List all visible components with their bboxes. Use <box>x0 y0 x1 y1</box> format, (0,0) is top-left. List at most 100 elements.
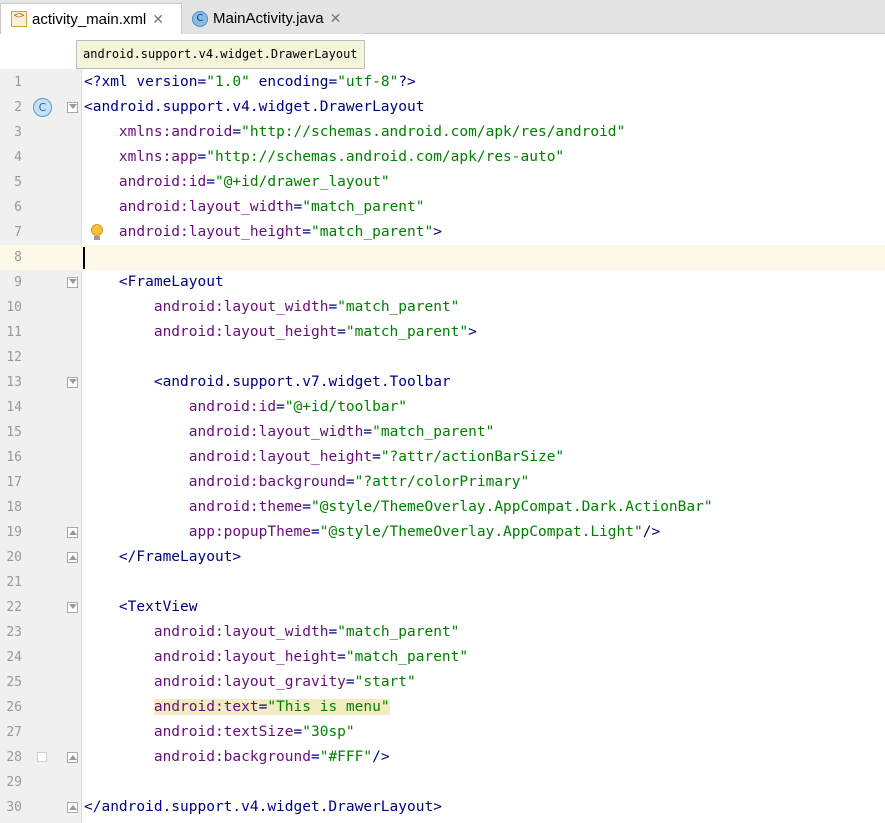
related-class-icon[interactable] <box>33 98 52 117</box>
code-token: <android.support.v7.widget.Toolbar <box>153 374 451 390</box>
code-token: <TextView <box>118 599 198 615</box>
line-number: 26 <box>6 700 22 715</box>
line-number: 9 <box>14 275 22 290</box>
code-token: <? <box>84 74 102 90</box>
code-token: /> <box>642 524 661 540</box>
code-line[interactable]: 25 android:layout_gravity="start" <box>0 670 885 695</box>
code-token: = <box>206 174 215 190</box>
code-line[interactable]: 13 <android.support.v7.widget.Toolbar <box>0 370 885 395</box>
code-line[interactable]: 8 <box>0 245 885 270</box>
line-number: 30 <box>6 800 22 815</box>
code-token: android:layout_height <box>118 224 303 240</box>
fold-close-icon[interactable] <box>67 527 78 538</box>
code-editor[interactable]: 1 <?xml version="1.0" encoding="utf-8"?> 2… <box>0 69 885 823</box>
code-text: app:popupTheme="@style/ThemeOverlay.AppC… <box>84 520 660 545</box>
editor-tab-bar: activity_main.xml ✕ MainActivity.java ✕ <box>0 0 885 34</box>
code-line[interactable]: 7 android:layout_height="match_parent"> <box>0 220 885 245</box>
code-line[interactable]: 3 xmlns:android="http://schemas.android.… <box>0 120 885 145</box>
line-number: 1 <box>14 75 22 90</box>
code-text: android:layout_width="match_parent" <box>84 295 460 320</box>
code-line[interactable]: 5 android:id="@+id/drawer_layout" <box>0 170 885 195</box>
code-token: "start" <box>354 674 416 690</box>
xml-file-icon <box>11 11 27 27</box>
code-line[interactable]: 21 <box>0 570 885 595</box>
close-icon[interactable]: ✕ <box>152 11 164 28</box>
line-number: 23 <box>6 625 22 640</box>
line-number: 2 <box>14 100 22 115</box>
code-token: > <box>468 324 477 340</box>
code-line[interactable]: 12 <box>0 345 885 370</box>
code-line[interactable]: 4 xmlns:app="http://schemas.android.com/… <box>0 145 885 170</box>
code-token: xmlns:app <box>118 149 198 165</box>
fold-close-icon[interactable] <box>67 752 78 763</box>
fold-close-icon[interactable] <box>67 802 78 813</box>
tab-main-activity-java[interactable]: MainActivity.java ✕ <box>182 3 364 34</box>
code-token: xml <box>101 74 137 90</box>
tab-label: MainActivity.java <box>213 10 324 27</box>
java-class-icon <box>192 10 208 27</box>
line-number: 4 <box>14 150 22 165</box>
code-line[interactable]: 24 android:layout_height="match_parent" <box>0 645 885 670</box>
code-line[interactable]: 28 android:background="#FFF"/> <box>0 745 885 770</box>
code-text: android:text="This is menu" <box>84 695 390 720</box>
code-line[interactable]: 14 android:id="@+id/toolbar" <box>0 395 885 420</box>
code-line[interactable]: 16 android:layout_height="?attr/actionBa… <box>0 445 885 470</box>
code-text: android:layout_height="match_parent"> <box>84 220 442 245</box>
code-line[interactable]: 18 android:theme="@style/ThemeOverlay.Ap… <box>0 495 885 520</box>
code-line[interactable]: 11 android:layout_height="match_parent"> <box>0 320 885 345</box>
tab-activity-main-xml[interactable]: activity_main.xml ✕ <box>0 3 182 34</box>
code-token: "?attr/actionBarSize" <box>380 449 565 465</box>
line-number: 7 <box>14 225 22 240</box>
code-token: ?> <box>398 74 416 90</box>
code-line[interactable]: 22 <TextView <box>0 595 885 620</box>
code-text: xmlns:app="http://schemas.android.com/ap… <box>84 145 564 170</box>
code-line[interactable]: 30 </android.support.v4.widget.DrawerLayo… <box>0 795 885 820</box>
code-token: = <box>372 449 381 465</box>
tab-label: activity_main.xml <box>32 10 147 28</box>
code-line[interactable]: 2 <android.support.v4.widget.DrawerLayout <box>0 95 885 120</box>
code-line[interactable]: 15 android:layout_width="match_parent" <box>0 420 885 445</box>
code-line[interactable]: 10 android:layout_width="match_parent" <box>0 295 885 320</box>
code-line[interactable]: 19 app:popupTheme="@style/ThemeOverlay.A… <box>0 520 885 545</box>
code-text: android:id="@+id/toolbar" <box>84 395 407 420</box>
code-line[interactable]: 6 android:layout_width="match_parent" <box>0 195 885 220</box>
close-icon[interactable]: ✕ <box>330 10 342 27</box>
code-token: android:layout_height <box>153 649 338 665</box>
code-line[interactable]: 27 android:textSize="30sp" <box>0 720 885 745</box>
line-number: 13 <box>6 375 22 390</box>
intention-bulb-icon[interactable] <box>91 224 103 241</box>
code-token: android:id <box>188 399 277 415</box>
code-token: = <box>310 524 320 540</box>
code-token: "match_parent" <box>337 624 460 640</box>
fold-open-icon[interactable] <box>67 602 78 613</box>
code-line[interactable]: 26 android:text="This is menu" <box>0 695 885 720</box>
code-line[interactable]: 9 <FrameLayout <box>0 270 885 295</box>
fold-open-icon[interactable] <box>67 377 78 388</box>
code-token: "match_parent" <box>345 649 469 665</box>
code-token: "1.0" <box>206 74 250 90</box>
code-token: = <box>328 624 338 640</box>
fold-open-icon[interactable] <box>67 277 78 288</box>
code-text: <FrameLayout <box>84 270 224 295</box>
code-token: = <box>302 499 311 515</box>
code-line[interactable]: 1 <?xml version="1.0" encoding="utf-8"?> <box>0 70 885 95</box>
line-number: 25 <box>6 675 22 690</box>
fold-close-icon[interactable] <box>67 552 78 563</box>
fold-open-icon[interactable] <box>67 102 78 113</box>
code-line[interactable]: 20 </FrameLayout> <box>0 545 885 570</box>
code-line[interactable]: 17 android:background="?attr/colorPrimar… <box>0 470 885 495</box>
code-line[interactable]: 29 <box>0 770 885 795</box>
code-text: android:layout_height="?attr/actionBarSi… <box>84 445 564 470</box>
code-line[interactable]: 23 android:layout_width="match_parent" <box>0 620 885 645</box>
